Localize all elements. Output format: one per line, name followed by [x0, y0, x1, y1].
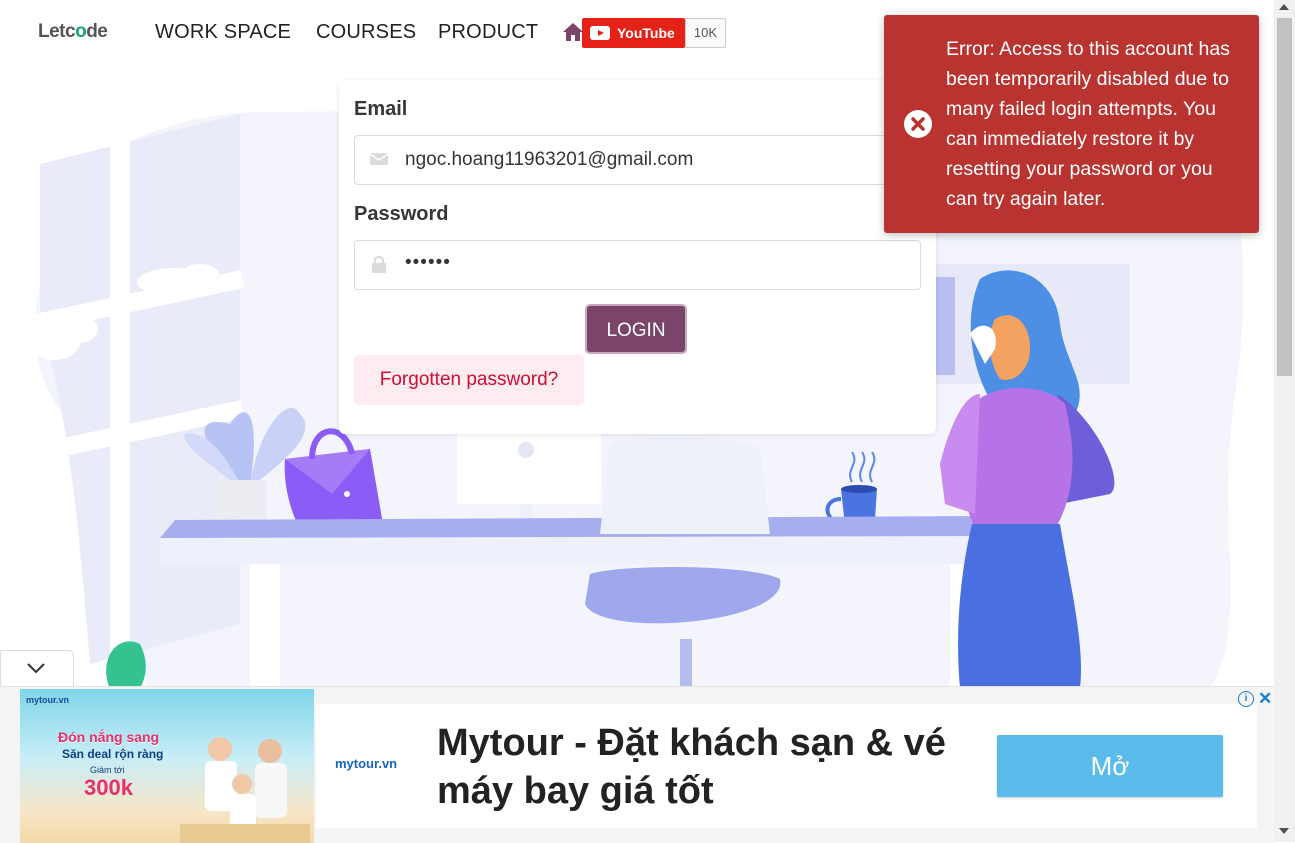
- ad-title[interactable]: Mytour - Đặt khách sạn & vé máy bay giá …: [437, 719, 977, 815]
- lock-icon: [372, 255, 386, 273]
- ad-content[interactable]: mytour.vn Mytour - Đặt khách sạn & vé má…: [316, 704, 1257, 828]
- logo-text-o: o: [75, 21, 87, 42]
- scroll-up-arrow-icon[interactable]: [1279, 4, 1289, 10]
- ad-banner[interactable]: mytour.vn Đón nắng sang Săn deal rộn ràn…: [0, 686, 1274, 843]
- password-label: Password: [354, 203, 449, 225]
- ad-logo: mytour.vn: [335, 756, 398, 771]
- youtube-subscribe-button[interactable]: YouTube: [582, 18, 685, 48]
- ad-image-headline: Đón nắng sang: [58, 729, 160, 745]
- scroll-down-arrow-icon[interactable]: [1279, 828, 1289, 834]
- youtube-play-icon: [590, 26, 610, 40]
- login-card: Email ngoc.hoang11963201@gmail.com Passw…: [339, 80, 936, 434]
- youtube-label: YouTube: [617, 25, 675, 41]
- error-toast[interactable]: Error: Access to this account has been t…: [884, 15, 1259, 233]
- forgotten-password-button[interactable]: Forgotten password?: [354, 355, 584, 405]
- password-value: ••••••: [405, 252, 451, 273]
- letcode-logo[interactable]: Letcode: [38, 21, 108, 43]
- login-button[interactable]: LOGIN: [585, 304, 687, 354]
- email-field[interactable]: ngoc.hoang11963201@gmail.com: [354, 135, 921, 185]
- nav-product[interactable]: PRODUCT: [438, 21, 538, 44]
- page-scrollbar[interactable]: [1274, 0, 1295, 842]
- email-label: Email: [354, 98, 408, 120]
- home-icon[interactable]: [562, 22, 584, 42]
- password-field[interactable]: ••••••: [354, 240, 921, 290]
- ad-image[interactable]: mytour.vn Đón nắng sang Săn deal rộn ràn…: [20, 689, 314, 843]
- logo-text-end: de: [86, 21, 108, 42]
- envelope-icon: [369, 153, 389, 165]
- youtube-subscriber-count: 10K: [685, 18, 726, 48]
- nav-work-space[interactable]: WORK SPACE: [155, 21, 291, 44]
- error-message: Error: Access to this account has been t…: [946, 38, 1230, 210]
- email-value: ngoc.hoang11963201@gmail.com: [405, 149, 694, 170]
- ad-image-subline: Săn deal rộn ràng: [62, 747, 164, 761]
- chevron-down-icon: [27, 663, 45, 674]
- logo-text-start: Letc: [38, 21, 76, 42]
- ad-close-icon[interactable]: ✕: [1258, 689, 1272, 709]
- ad-family-photo: [180, 737, 310, 843]
- ad-image-big: 300k: [84, 775, 133, 800]
- nav-courses[interactable]: COURSES: [316, 21, 416, 44]
- ad-image-brand: mytour.vn: [26, 695, 70, 705]
- error-circle-icon: [904, 110, 932, 138]
- scrollbar-thumb[interactable]: [1277, 18, 1292, 376]
- ad-image-small: Giảm tới: [90, 765, 125, 775]
- ad-info-icon[interactable]: i: [1238, 691, 1254, 707]
- ad-open-button[interactable]: Mở: [997, 735, 1223, 797]
- ad-collapse-button[interactable]: [0, 650, 74, 687]
